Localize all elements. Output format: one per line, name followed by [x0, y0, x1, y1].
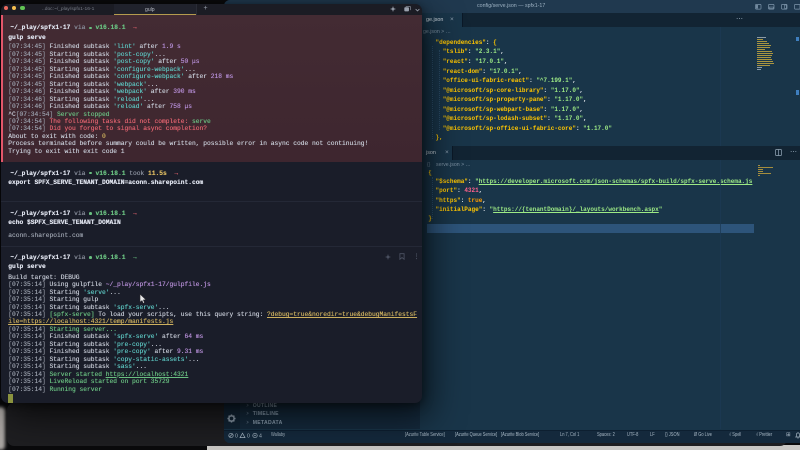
svg-text:4: 4: [259, 434, 262, 439]
svg-text:0: 0: [247, 434, 250, 439]
svg-text:0: 0: [235, 434, 238, 439]
